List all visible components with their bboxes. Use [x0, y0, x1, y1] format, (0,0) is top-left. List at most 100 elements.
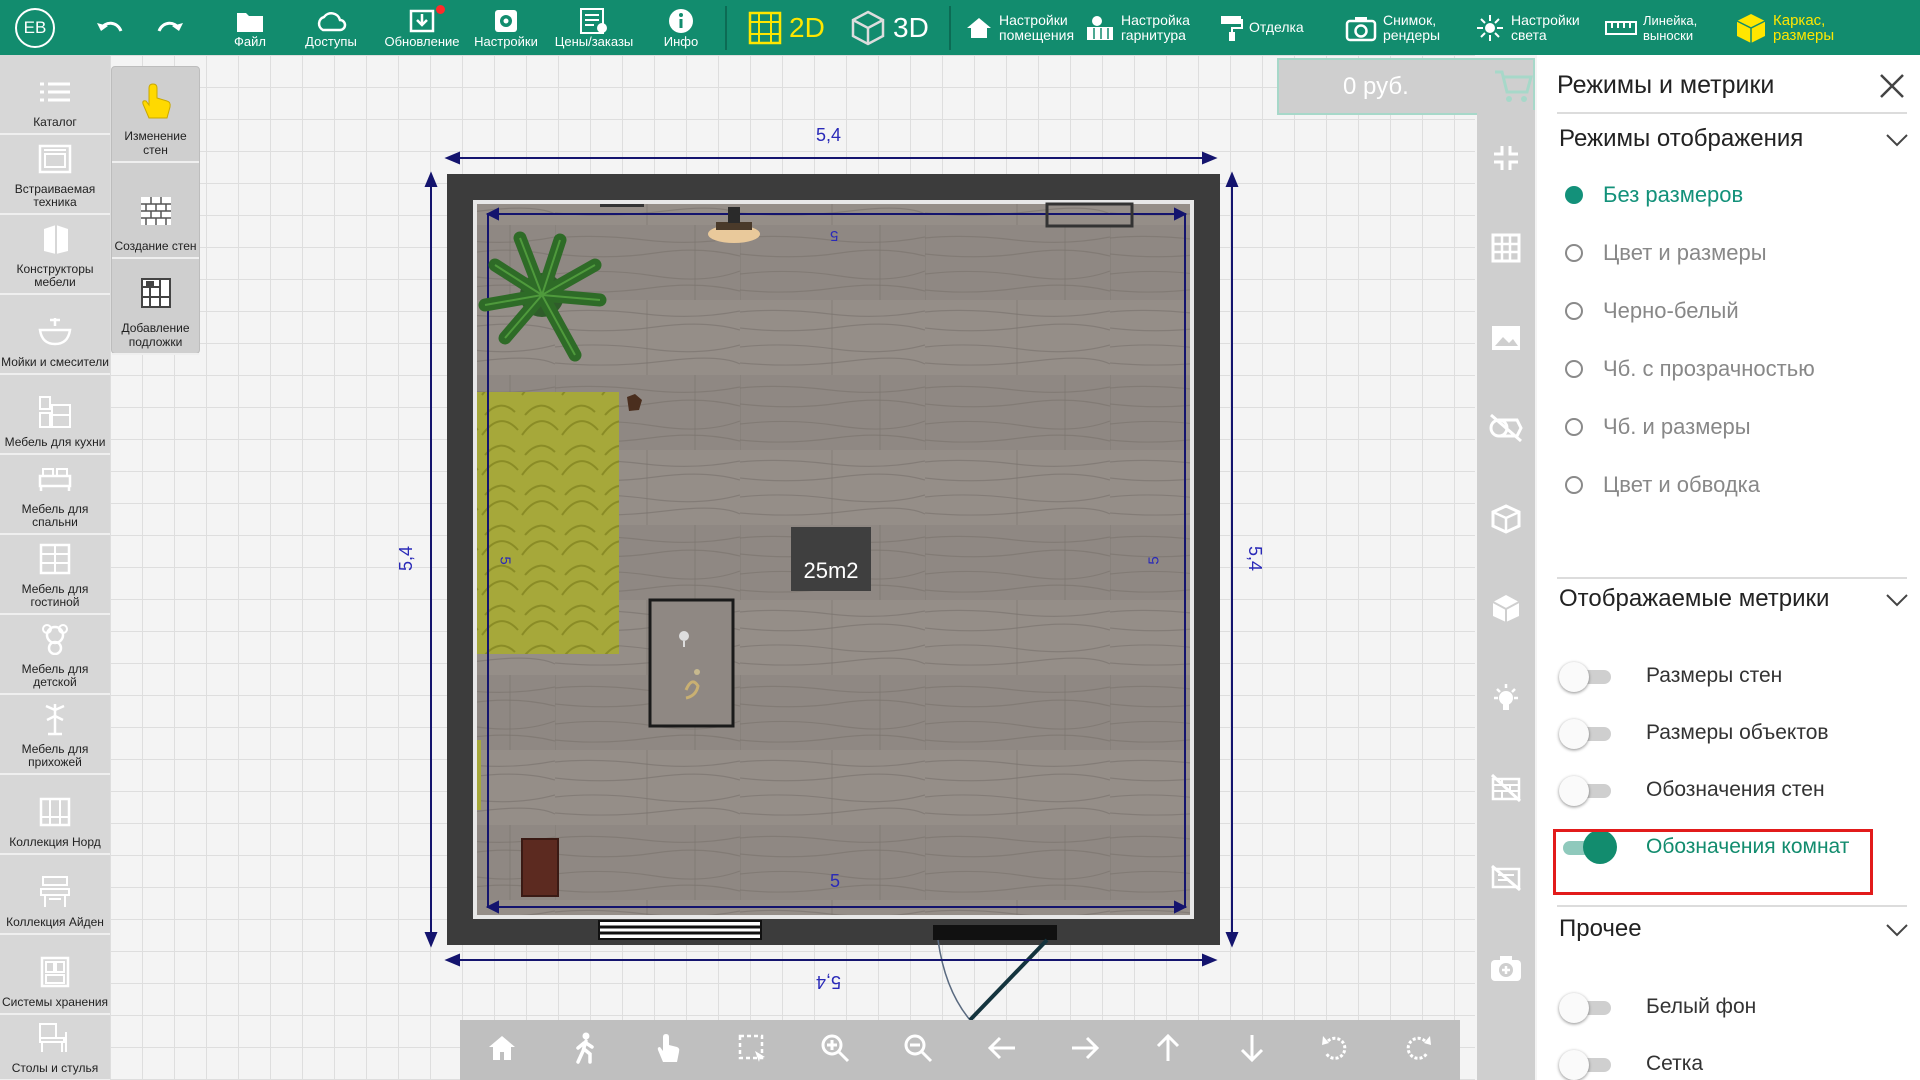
sidebar-item-hanger[interactable]: Мебель для прихожей: [0, 695, 110, 775]
radio-button[interactable]: [1565, 244, 1583, 262]
snapshot-button[interactable]: Снимок, рендеры: [1345, 0, 1475, 55]
zoom-in-button[interactable]: [810, 1025, 860, 1075]
roll-icon: [1489, 413, 1523, 448]
finish-button[interactable]: Отделка: [1219, 0, 1345, 55]
ruler-button[interactable]: Линейка, выноски: [1605, 0, 1735, 55]
radio-button[interactable]: [1565, 302, 1583, 320]
display-mode-option[interactable]: Без размеров: [1565, 182, 1743, 208]
avatar[interactable]: ЕВ: [15, 7, 55, 48]
sidebar-item-sink[interactable]: Мойки и смесители: [0, 295, 110, 375]
pan-hand-button[interactable]: [643, 1025, 693, 1075]
rug[interactable]: [477, 392, 619, 654]
display-mode-option[interactable]: Чб. и размеры: [1565, 414, 1751, 440]
select-area-button[interactable]: [727, 1025, 777, 1075]
gear-icon: [493, 7, 519, 35]
sidebar-item-shelf[interactable]: Мебель для гостиной: [0, 535, 110, 615]
metric-toggle-row[interactable]: Размеры объектов: [1559, 708, 1909, 758]
metric-toggle-row[interactable]: Сетка: [1559, 1039, 1909, 1080]
toggle-switch[interactable]: [1559, 662, 1611, 692]
price-box[interactable]: 0 руб.: [1277, 58, 1535, 115]
toggle-switch[interactable]: [1559, 993, 1611, 1023]
cabinet-brown[interactable]: [521, 838, 559, 897]
sidebar-item-chair[interactable]: Столы и стулья: [0, 1015, 110, 1080]
toggle-switch[interactable]: [1559, 1050, 1611, 1080]
walk-mode-button[interactable]: [560, 1025, 610, 1075]
radio-button[interactable]: [1565, 186, 1583, 204]
frame-sizes-button[interactable]: Каркас, размеры: [1735, 0, 1865, 55]
desk-icon: [39, 870, 71, 914]
prices-orders-button[interactable]: Цены/заказы: [545, 0, 643, 55]
wall-tool-underlay[interactable]: Добавление подложки: [112, 259, 199, 355]
redo-button[interactable]: [135, 0, 205, 55]
compress-icon: [1491, 143, 1521, 178]
display-mode-option[interactable]: Цвет и размеры: [1565, 240, 1767, 266]
wall-tool-hand[interactable]: Изменение стен: [112, 67, 199, 163]
radio-button[interactable]: [1565, 476, 1583, 494]
open-box-button[interactable]: [1477, 490, 1535, 550]
add-snapshot-button[interactable]: [1477, 940, 1535, 1000]
other-header[interactable]: Прочее: [1559, 915, 1909, 943]
wall-tool-brick[interactable]: Создание стен: [112, 163, 199, 259]
image-button[interactable]: [1477, 310, 1535, 370]
mode-2d-button[interactable]: 2D: [733, 0, 843, 55]
door[interactable]: [933, 925, 1057, 1022]
chevron-down-icon: [1885, 587, 1909, 615]
sidebar-item-storage[interactable]: Системы хранения: [0, 935, 110, 1015]
radio-button[interactable]: [1565, 360, 1583, 378]
metric-toggle-row[interactable]: Размеры стен: [1559, 651, 1909, 701]
snapshot-label-2: рендеры: [1383, 26, 1441, 43]
sidebar-item-wardrobe[interactable]: Коллекция Норд: [0, 775, 110, 855]
lighting-button[interactable]: [1477, 670, 1535, 730]
metrics-header[interactable]: Отображаемые метрики: [1559, 585, 1909, 613]
move-left-button[interactable]: [977, 1025, 1027, 1075]
rotate-right-button[interactable]: [1393, 1025, 1443, 1075]
sidebar-item-cabinet[interactable]: Конструкторы мебели: [0, 215, 110, 295]
display-mode-option[interactable]: Чб. с прозрачностью: [1565, 356, 1815, 382]
sidebar-item-desk[interactable]: Коллекция Айден: [0, 855, 110, 935]
rotate-left-button[interactable]: [1310, 1025, 1360, 1075]
mode-3d-button[interactable]: 3D: [843, 0, 943, 55]
display-mode-option[interactable]: Цвет и обводка: [1565, 472, 1760, 498]
metric-toggle-row[interactable]: Обозначения стен: [1559, 765, 1909, 815]
sidebar-item-label: Мебель для спальни: [21, 502, 89, 529]
move-up-button[interactable]: [1143, 1025, 1193, 1075]
home-view-button[interactable]: [477, 1025, 527, 1075]
coffee-table[interactable]: [648, 598, 735, 728]
toggle-switch[interactable]: [1559, 776, 1611, 806]
set-settings-button[interactable]: Настройка гарнитура: [1085, 0, 1219, 55]
display-mode-option[interactable]: Черно-белый: [1565, 298, 1739, 324]
solid-box-button[interactable]: [1477, 580, 1535, 640]
plan-canvas[interactable]: 5,4 5,4 5,4 5,4 5 5 5 5 25m2: [110, 55, 1475, 1080]
open-box-icon: [1490, 502, 1522, 539]
materials-button[interactable]: [1477, 400, 1535, 460]
close-button[interactable]: [1875, 69, 1909, 103]
grid-toggle-button[interactable]: [1477, 220, 1535, 280]
display-modes-header[interactable]: Режимы отображения: [1559, 125, 1909, 153]
file-button[interactable]: Файл: [215, 0, 285, 55]
sidebar-item-teddy[interactable]: Мебель для детской: [0, 615, 110, 695]
radio-button[interactable]: [1565, 418, 1583, 436]
update-button[interactable]: Обновление: [377, 0, 467, 55]
sidebar-item-kitchen[interactable]: Мебель для кухни: [0, 375, 110, 455]
dim-inner-left: 5: [496, 556, 514, 565]
undo-button[interactable]: [85, 0, 135, 55]
hide-walls-button[interactable]: [1477, 760, 1535, 820]
info-button[interactable]: Инфо: [643, 0, 719, 55]
access-button[interactable]: Доступы: [285, 0, 377, 55]
sidebar-item-list[interactable]: Каталог: [0, 55, 110, 135]
sidebar-item-oven[interactable]: Встраиваемая техника: [0, 135, 110, 215]
toggle-switch[interactable]: [1559, 719, 1611, 749]
cart-icon[interactable]: [1493, 69, 1533, 105]
room-settings-button[interactable]: Настройки помещения: [957, 0, 1085, 55]
fit-view-button[interactable]: [1477, 130, 1535, 190]
metric-toggle-row[interactable]: Белый фон: [1559, 982, 1909, 1032]
move-right-button[interactable]: [1060, 1025, 1110, 1075]
move-down-button[interactable]: [1227, 1025, 1277, 1075]
hide-labels-button[interactable]: [1477, 850, 1535, 910]
light-settings-button[interactable]: Настройки света: [1475, 0, 1605, 55]
window[interactable]: [598, 920, 762, 940]
sidebar-item-label: Встраиваемая техника: [14, 182, 96, 209]
zoom-out-button[interactable]: [893, 1025, 943, 1075]
settings-button[interactable]: Настройки: [467, 0, 545, 55]
sidebar-item-bed[interactable]: Мебель для спальни: [0, 455, 110, 535]
